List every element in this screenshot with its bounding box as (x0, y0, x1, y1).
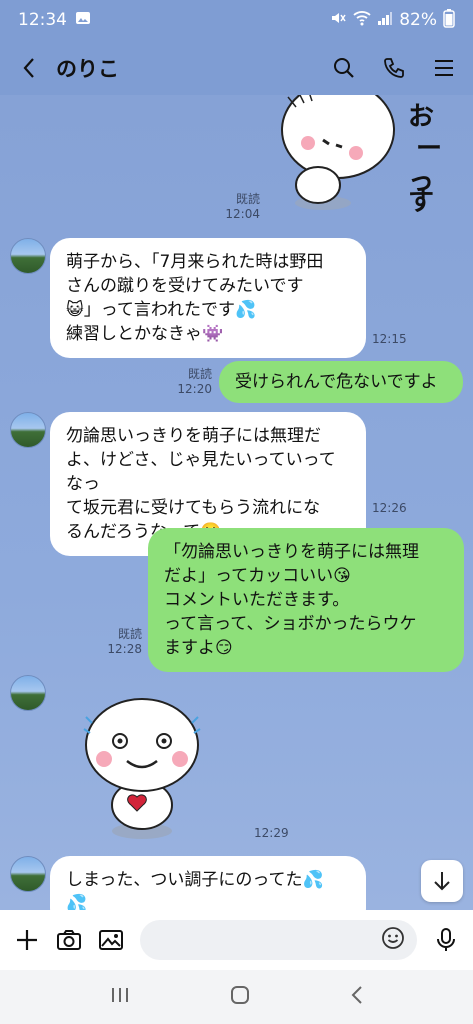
wifi-icon (353, 10, 371, 31)
message-line: 💦 (66, 894, 88, 910)
recents-icon (112, 988, 129, 1002)
message-time: 12:15 (372, 332, 407, 346)
gallery-button[interactable] (98, 927, 124, 953)
emoji-icon (382, 927, 404, 949)
message-time: 12:28 (107, 642, 142, 656)
menu-icon (435, 59, 453, 76)
message-meta: 既読 12:20 (170, 367, 212, 397)
svg-text:ー: ー (416, 134, 442, 164)
plus-icon (17, 930, 37, 950)
chat-title: のりこ (56, 56, 119, 81)
home-button[interactable] (229, 984, 251, 1010)
chat-header: のりこ (0, 40, 473, 95)
back-icon (351, 986, 362, 1004)
sticker-message[interactable] (82, 693, 212, 843)
image-icon (99, 930, 123, 950)
status-bar: 12:34 82% (0, 0, 473, 40)
search-icon (334, 57, 354, 78)
search-button[interactable] (331, 55, 357, 81)
avatar[interactable] (10, 675, 46, 711)
read-receipt: 既読 (117, 627, 142, 641)
message-line: 萌子から、「7月来られた時は野田 (66, 252, 324, 272)
svg-text:す: す (408, 187, 434, 215)
voice-button[interactable] (433, 927, 459, 953)
recent-apps-button[interactable] (109, 985, 131, 1009)
status-time: 12:34 (18, 10, 67, 30)
message-line: 「勿論思いっきりを萌子には無理 (164, 542, 419, 562)
read-receipt: 既読 (235, 192, 260, 206)
message-input[interactable] (140, 920, 417, 960)
battery-icon (443, 8, 455, 33)
emoji-button[interactable] (381, 926, 405, 954)
scroll-to-bottom-button[interactable] (421, 860, 463, 902)
message-line: て坂元君に受けてもらう流れにな (66, 498, 321, 518)
mic-icon (437, 928, 455, 951)
message-time: 12:29 (254, 826, 289, 840)
back-button[interactable] (16, 55, 42, 81)
chat-area[interactable]: お ー っ す 既読 12:04 萌子から、「7月来られた時は野田 さんの蹴りを… (0, 95, 473, 910)
message-line: 練習しとかなきゃ👾 (66, 324, 224, 344)
message-line: ますよ😏 (164, 638, 233, 658)
message-text: 受けられんで危ないですよ (235, 372, 438, 392)
mute-icon (329, 9, 347, 32)
sticker-message[interactable]: お ー っ す (278, 95, 458, 217)
message-line: よ、けどさ、じゃ見たいっていってなっ (66, 450, 336, 494)
sticker-image: お ー っ す (281, 95, 442, 217)
arrow-down-icon (434, 872, 450, 891)
avatar[interactable] (10, 856, 46, 892)
battery-level: 82% (399, 10, 437, 30)
message-bubble[interactable]: 受けられんで危ないですよ (219, 361, 463, 403)
system-navbar (0, 970, 473, 1024)
message-bubble[interactable]: 「勿論思いっきりを萌子には無理 だよ」ってカッコいい😘 コメントいただきます。 … (148, 528, 464, 672)
home-icon (231, 986, 250, 1004)
sticker-image (83, 698, 201, 839)
gallery-icon (75, 10, 91, 31)
message-line: さんの蹴りを受けてみたいです (66, 276, 304, 296)
message-line: コメントいただきます。 (164, 590, 350, 610)
phone-icon (384, 57, 404, 78)
message-composer (0, 910, 473, 970)
system-back-button[interactable] (350, 984, 364, 1010)
camera-button[interactable] (56, 927, 82, 953)
chevron-left-icon (23, 57, 34, 78)
message-meta: 既読 12:28 (100, 627, 142, 657)
message-line: 勿論思いっきりを萌子には無理だ (66, 426, 321, 446)
svg-text:お: お (408, 102, 434, 132)
avatar[interactable] (10, 238, 46, 274)
camera-icon (57, 930, 81, 950)
add-button[interactable] (14, 927, 40, 953)
message-time: 12:04 (225, 207, 260, 221)
message-bubble[interactable]: 萌子から、「7月来られた時は野田 さんの蹴りを受けてみたいです 😺」って言われた… (50, 238, 366, 358)
avatar[interactable] (10, 412, 46, 448)
message-line: って言って、ショボかったらウケ (164, 614, 417, 634)
message-time: 12:26 (372, 501, 407, 515)
message-line: 😺」って言われたです💦 (66, 300, 257, 320)
call-button[interactable] (381, 55, 407, 81)
message-line: しまった、つい調子にのってた💦 (66, 870, 324, 890)
message-meta: 既読 12:04 (220, 192, 260, 222)
signal-icon (377, 10, 393, 31)
menu-button[interactable] (431, 55, 457, 81)
message-time: 12:20 (177, 382, 212, 396)
message-line: だよ」ってカッコいい😘 (164, 566, 351, 586)
message-bubble[interactable]: しまった、つい調子にのってた💦 💦 (50, 856, 366, 910)
read-receipt: 既読 (187, 367, 212, 381)
